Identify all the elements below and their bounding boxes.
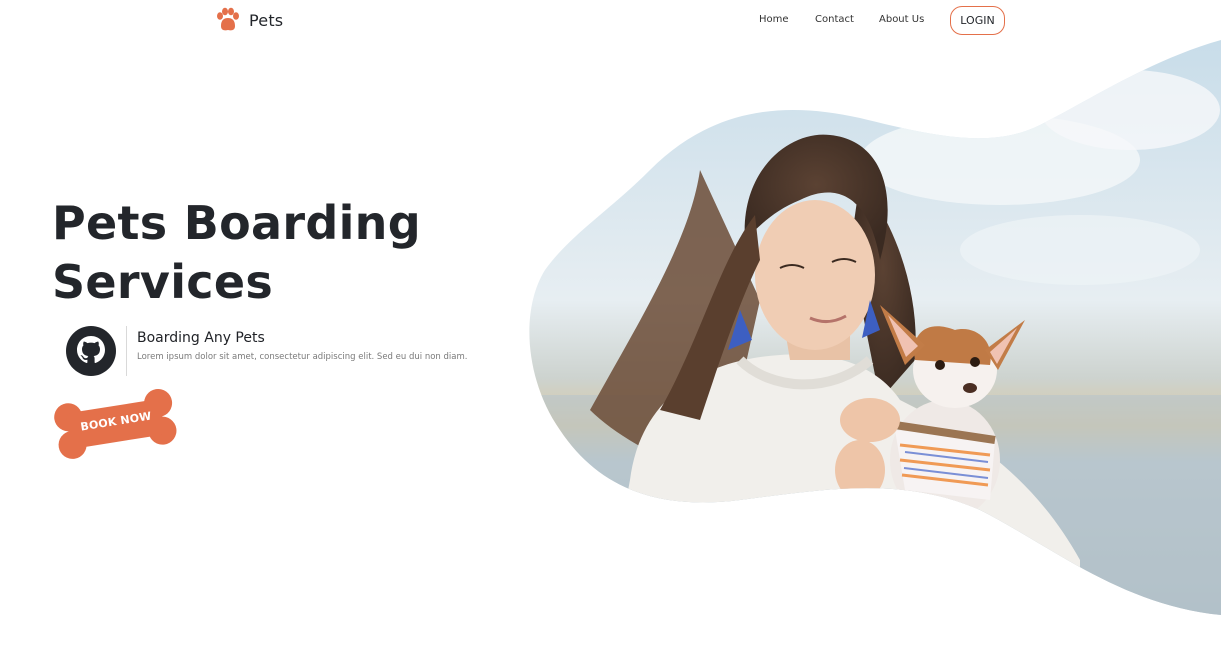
landing-page: Pets Home Contact About Us LOGIN Pets Bo…	[0, 0, 1221, 652]
hero-title: Pets Boarding Services	[52, 194, 472, 312]
hero-title-line-1: Pets Boarding	[52, 196, 421, 250]
hero-title-line-2: Services	[52, 255, 274, 309]
feature-boarding: Boarding Any Pets Lorem ipsum dolor sit …	[64, 324, 467, 378]
github-icon	[66, 326, 116, 376]
book-now-button[interactable]: BOOK NOW	[53, 388, 178, 462]
feature-description: Lorem ipsum dolor sit amet, consectetur …	[137, 352, 468, 362]
feature-text: Boarding Any Pets Lorem ipsum dolor sit …	[137, 324, 467, 362]
feature-divider	[126, 326, 127, 376]
feature-title: Boarding Any Pets	[137, 330, 265, 346]
